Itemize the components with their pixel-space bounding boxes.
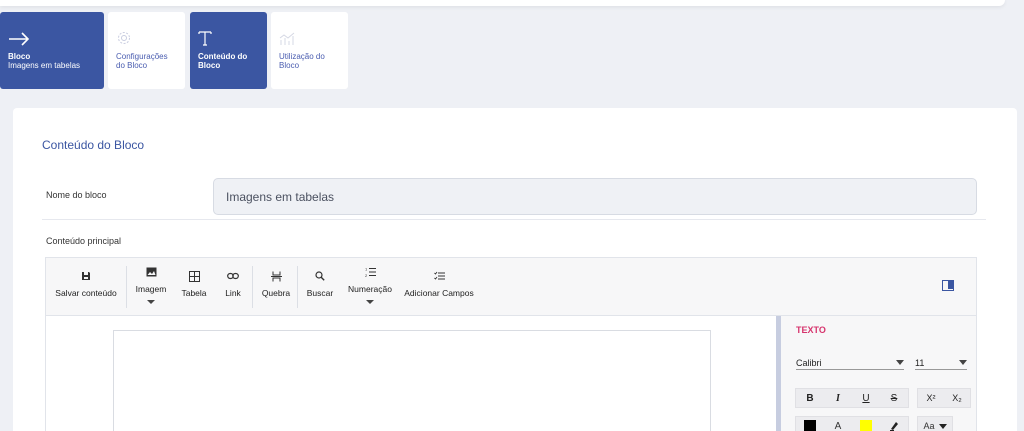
script-group: X² X₂: [917, 388, 971, 408]
underline-button[interactable]: U: [852, 393, 880, 404]
step-title: Configurações: [116, 52, 168, 61]
save-icon: [81, 270, 91, 282]
bold-button[interactable]: B: [796, 393, 824, 404]
search-button[interactable]: Buscar: [300, 258, 340, 316]
page-break-button[interactable]: Quebra: [256, 258, 296, 316]
toolbar-separator: [252, 266, 253, 308]
search-label: Buscar: [306, 288, 334, 298]
editor-toolbar: Salvar conteúdo Imagem Tabela Link Quebr…: [46, 258, 976, 316]
step-configuracoes[interactable]: Configurações do Bloco: [108, 12, 185, 89]
add-fields-label: Adicionar Campos: [404, 288, 474, 298]
font-size-select[interactable]: 11: [915, 356, 967, 370]
change-case-button[interactable]: Aa: [917, 416, 953, 431]
svg-text:2: 2: [365, 273, 368, 277]
step-subtitle: Bloco: [198, 61, 221, 70]
step-title: Conteúdo do: [198, 52, 248, 61]
table-button[interactable]: Tabela: [176, 258, 212, 316]
text-style-group: B I U S: [795, 388, 909, 408]
highlight-black-swatch[interactable]: [796, 420, 824, 431]
change-case-label: Aa: [923, 421, 935, 431]
step-subtitle: Bloco: [279, 61, 300, 70]
chevron-down-icon: [938, 423, 947, 429]
text-t-icon: [198, 22, 259, 46]
image-label: Imagem: [135, 284, 167, 294]
block-name-label: Nome do bloco: [46, 190, 107, 200]
superscript-button[interactable]: X²: [918, 393, 944, 403]
main-content-label: Conteúdo principal: [46, 236, 122, 246]
document-page[interactable]: [113, 330, 711, 431]
step-conteudo[interactable]: Conteúdo do Bloco: [190, 12, 267, 89]
toolbar-separator: [126, 266, 127, 308]
highlighter-icon[interactable]: [880, 421, 908, 431]
image-button[interactable]: Imagem: [130, 258, 172, 316]
font-family-select[interactable]: Calibri: [796, 356, 904, 370]
save-content-button[interactable]: Salvar conteúdo: [50, 258, 122, 316]
font-family-value: Calibri: [796, 357, 822, 368]
numbered-list-icon: 12: [365, 266, 376, 278]
color-group: A: [795, 416, 909, 431]
chevron-down-icon[interactable]: [147, 300, 155, 304]
link-icon: [227, 270, 239, 282]
page-break-icon: [270, 270, 282, 282]
chevron-down-icon: [959, 360, 967, 365]
text-format-panel: TEXTO Calibri 11 B I U S X² X₂ A Aa: [781, 316, 976, 431]
checklist-icon: [433, 270, 445, 282]
image-icon: [146, 266, 157, 278]
subscript-button[interactable]: X₂: [944, 393, 970, 403]
step-subtitle: do Bloco: [116, 61, 148, 70]
save-content-label: Salvar conteúdo: [55, 288, 117, 298]
divider: [42, 219, 986, 220]
editor-canvas[interactable]: [46, 316, 776, 431]
link-label: Link: [225, 288, 241, 298]
content-card: Conteúdo do Bloco Nome do bloco Conteúdo…: [13, 108, 1017, 431]
table-icon: [188, 270, 200, 282]
usage-chart-icon: [279, 22, 340, 46]
link-button[interactable]: Link: [216, 258, 250, 316]
panel-title: TEXTO: [796, 325, 826, 335]
rich-text-editor: Salvar conteúdo Imagem Tabela Link Quebr…: [45, 257, 977, 431]
search-icon: [315, 270, 325, 282]
top-bar: [0, 0, 1005, 6]
step-bloco[interactable]: Bloco Imagens em tabelas: [0, 12, 104, 89]
step-subtitle: Imagens em tabelas: [8, 61, 81, 70]
toolbar-separator: [297, 266, 298, 308]
strikethrough-button[interactable]: S: [880, 393, 908, 404]
page-break-label: Quebra: [261, 288, 291, 298]
numbering-label: Numeração: [348, 284, 392, 294]
step-title: Utilização do: [279, 52, 325, 61]
add-fields-button[interactable]: Adicionar Campos: [399, 258, 479, 316]
section-title: Conteúdo do Bloco: [42, 138, 145, 152]
svg-text:1: 1: [365, 267, 368, 272]
italic-button[interactable]: I: [824, 393, 852, 404]
table-label: Tabela: [181, 288, 207, 298]
chevron-down-icon[interactable]: [366, 300, 374, 304]
step-utilizacao[interactable]: Utilização do Bloco: [271, 12, 348, 89]
font-color-button[interactable]: A: [824, 421, 852, 431]
step-title: Bloco: [8, 52, 31, 61]
block-name-input[interactable]: [213, 178, 977, 215]
highlight-yellow-swatch[interactable]: [852, 420, 880, 431]
arrow-right-icon: [8, 22, 96, 46]
chevron-down-icon: [896, 360, 904, 365]
toggle-panel-icon[interactable]: [942, 280, 954, 291]
gear-icon: [116, 22, 177, 46]
font-size-value: 11: [915, 357, 925, 368]
numbering-button[interactable]: 12 Numeração: [343, 258, 397, 316]
